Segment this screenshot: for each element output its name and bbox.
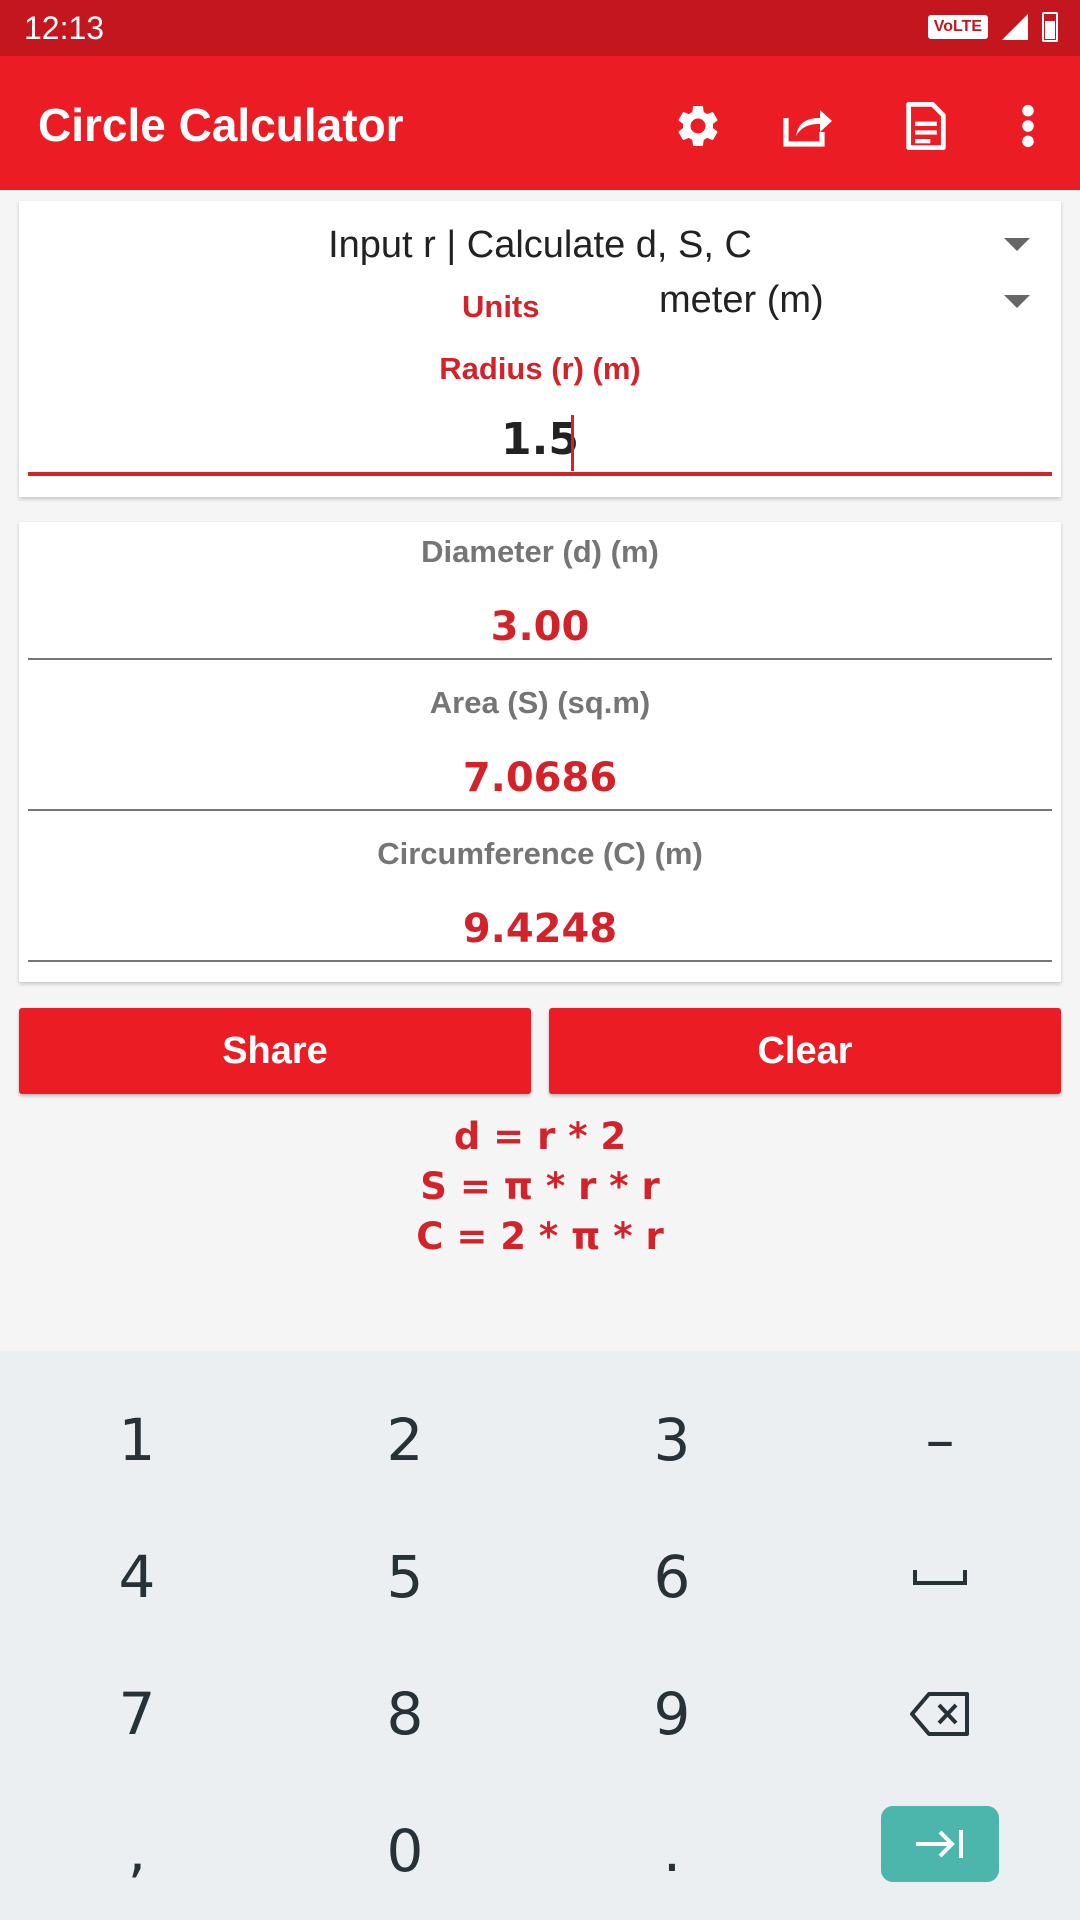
radius-label: Radius (r) (m) bbox=[439, 351, 641, 386]
status-icons: VoLTE bbox=[927, 12, 1058, 42]
mode-dropdown[interactable]: Input r | Calculate d, S, C bbox=[19, 215, 1061, 275]
key-comma[interactable]: , bbox=[17, 1796, 257, 1906]
gear-icon bbox=[678, 105, 718, 146]
more-vert-icon bbox=[1022, 104, 1034, 148]
divider bbox=[28, 960, 1052, 962]
status-time: 12:13 bbox=[24, 10, 105, 46]
key-backspace[interactable] bbox=[820, 1659, 1060, 1769]
formula-circumference: C = 2 * π * r bbox=[416, 1215, 664, 1258]
space-bar-icon bbox=[913, 1570, 967, 1585]
key-3[interactable]: 3 bbox=[552, 1385, 792, 1495]
divider bbox=[28, 658, 1052, 660]
key-5[interactable]: 5 bbox=[285, 1522, 525, 1632]
key-0[interactable]: 0 bbox=[285, 1796, 525, 1906]
share-button[interactable]: Share bbox=[19, 1008, 531, 1094]
diameter-value: 3.00 bbox=[490, 604, 590, 650]
mode-dropdown-arrow-icon[interactable] bbox=[1004, 238, 1030, 251]
key-6[interactable]: 6 bbox=[552, 1522, 792, 1632]
share-action-button[interactable] bbox=[780, 98, 836, 154]
key-space[interactable] bbox=[820, 1522, 1060, 1632]
key-period[interactable]: . bbox=[552, 1796, 792, 1906]
circumference-label: Circumference (C) (m) bbox=[377, 836, 703, 871]
clear-button[interactable]: Clear bbox=[549, 1008, 1061, 1094]
backspace-icon bbox=[910, 1692, 969, 1736]
key-minus[interactable]: – bbox=[820, 1385, 1060, 1495]
key-2[interactable]: 2 bbox=[285, 1385, 525, 1495]
volte-badge: VoLTE bbox=[927, 15, 988, 39]
next-field-icon bbox=[916, 1830, 963, 1858]
area-label: Area (S) (sq.m) bbox=[429, 685, 651, 720]
key-8[interactable]: 8 bbox=[285, 1659, 525, 1769]
radius-input[interactable] bbox=[28, 406, 1052, 476]
key-4[interactable]: 4 bbox=[17, 1522, 257, 1632]
signal-icon bbox=[1002, 14, 1028, 40]
circumference-value: 9.4248 bbox=[462, 906, 618, 952]
units-dropdown[interactable]: meter (m) bbox=[659, 279, 824, 322]
mode-dropdown-label: Input r | Calculate d, S, C bbox=[328, 224, 752, 266]
input-card: Input r | Calculate d, S, C Units meter … bbox=[19, 201, 1061, 497]
units-label: Units bbox=[462, 289, 540, 324]
formula-area: S = π * r * r bbox=[420, 1165, 660, 1208]
key-9[interactable]: 9 bbox=[552, 1659, 792, 1769]
settings-button[interactable] bbox=[670, 98, 726, 154]
area-value: 7.0686 bbox=[462, 755, 618, 801]
document-button[interactable] bbox=[898, 98, 954, 154]
share-icon bbox=[783, 110, 832, 147]
text-cursor bbox=[571, 415, 574, 471]
results-card: Diameter (d) (m) 3.00 Area (S) (sq.m) 7.… bbox=[19, 522, 1061, 982]
key-1[interactable]: 1 bbox=[17, 1385, 257, 1495]
battery-icon bbox=[1042, 12, 1058, 42]
more-options-button[interactable] bbox=[1000, 98, 1056, 154]
formula-diameter: d = r * 2 bbox=[453, 1115, 627, 1158]
document-icon bbox=[906, 101, 946, 151]
key-7[interactable]: 7 bbox=[17, 1659, 257, 1769]
key-next[interactable] bbox=[881, 1806, 999, 1882]
app-title: Circle Calculator bbox=[38, 99, 404, 151]
app-bar: Circle Calculator bbox=[0, 56, 1080, 190]
divider bbox=[28, 809, 1052, 811]
units-dropdown-arrow-icon[interactable] bbox=[1004, 295, 1030, 308]
status-bar: 12:13 VoLTE bbox=[0, 0, 1080, 56]
diameter-label: Diameter (d) (m) bbox=[421, 534, 659, 569]
